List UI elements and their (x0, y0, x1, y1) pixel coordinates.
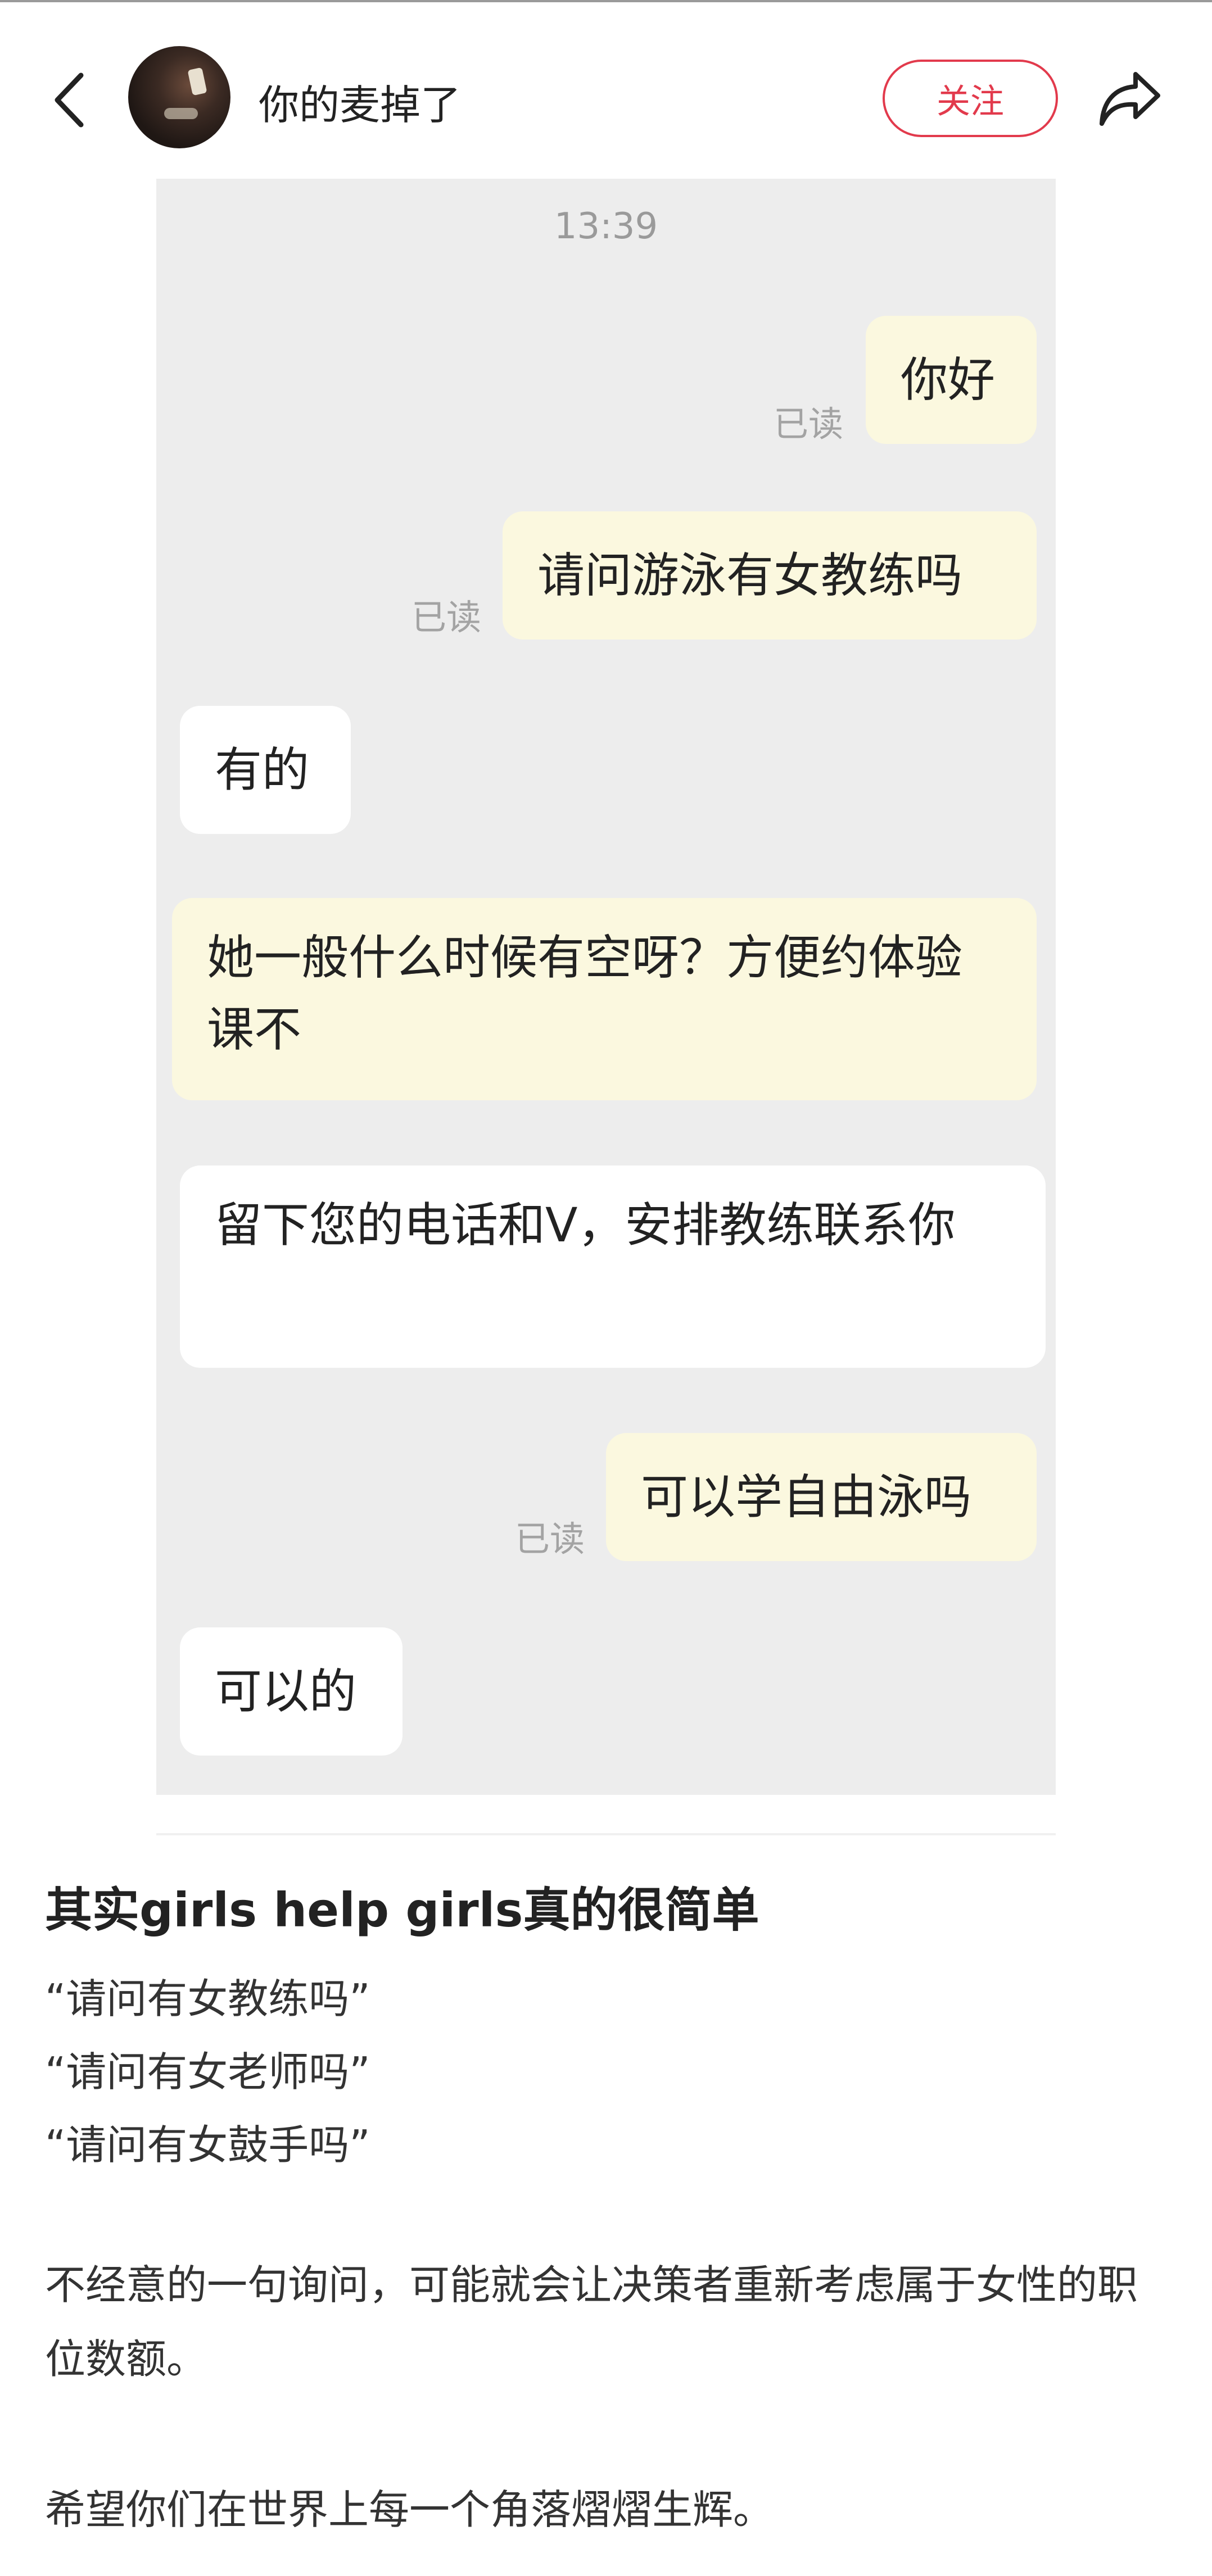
chat-timestamp: 13:39 (554, 206, 658, 247)
chat-bubble-incoming: 留下您的电话和V，安排教练联系你 (180, 1165, 1046, 1368)
divider (156, 1833, 1056, 1835)
chat-bubble-outgoing: 她一般什么时候有空呀？方便约体验课不 (172, 898, 1037, 1100)
post-paragraph: 不经意的一句询问，可能就会让决策者重新考虑属于女性的职位数额。 (45, 2261, 1138, 2383)
chat-bubble-outgoing: 你好 (866, 316, 1037, 444)
quote-line: “请问有女教练吗” (45, 1975, 370, 2022)
post-header: 你的麦掉了 关注 (0, 34, 1212, 163)
share-arrow-icon[interactable] (1096, 67, 1164, 129)
chat-bubble-incoming: 可以的 (180, 1627, 403, 1756)
top-edge-line (0, 0, 1212, 2)
chevron-left-icon[interactable] (49, 66, 94, 134)
read-receipt: 已读 (774, 403, 844, 445)
chat-bubble-outgoing: 请问游泳有女教练吗 (503, 511, 1037, 640)
chat-screenshot: 13:39 已读 你好 已读 请问游泳有女教练吗 有的 她一般什么时候有空呀？方… (156, 179, 1056, 1795)
quote-line: “请问有女老师吗” (45, 2048, 370, 2096)
avatar[interactable] (128, 46, 230, 148)
follow-button[interactable]: 关注 (883, 60, 1058, 137)
read-receipt: 已读 (515, 1518, 585, 1559)
username[interactable]: 你的麦掉了 (259, 72, 461, 131)
chat-bubble-outgoing: 可以学自由泳吗 (606, 1433, 1037, 1561)
chat-bubble-incoming: 有的 (180, 706, 351, 834)
post-paragraph: 希望你们在世界上每一个角落熠熠生辉。 (45, 2486, 774, 2533)
quote-line: “请问有女鼓手吗” (45, 2121, 370, 2169)
post-title: 其实girls help girls真的很简单 (45, 1883, 759, 1938)
read-receipt: 已读 (411, 597, 482, 638)
